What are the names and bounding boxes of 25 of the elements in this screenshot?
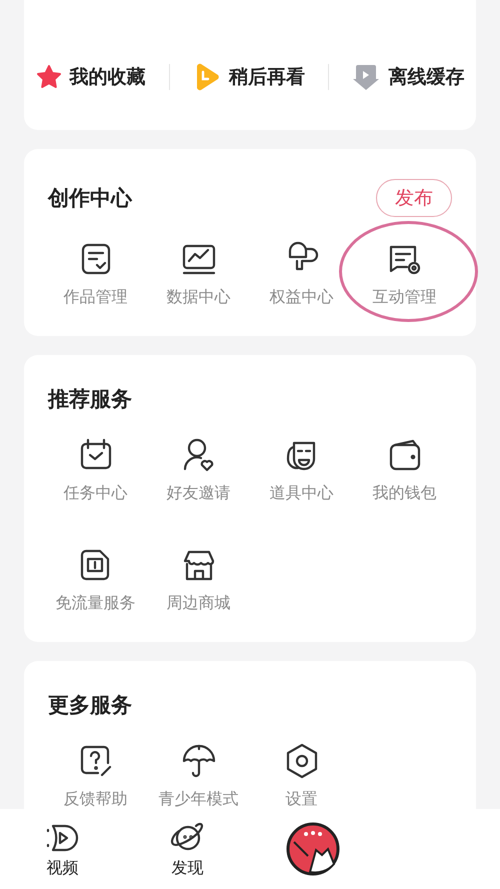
service-label[interactable]: 设置 <box>286 789 318 810</box>
service-label[interactable]: 作品管理 <box>64 287 128 308</box>
section-title: 创作中心 <box>48 185 132 212</box>
service-label[interactable]: 免流量服务 <box>56 593 136 614</box>
shortcut-link[interactable]: 离线缓存 <box>352 63 464 91</box>
tab[interactable]: 视频 <box>0 820 125 878</box>
service-label[interactable]: 周边商城 <box>166 593 230 614</box>
publish-button[interactable]: 发布 <box>376 179 452 217</box>
tab[interactable]: 发现 <box>125 820 250 878</box>
service-label[interactable]: 任务中心 <box>64 483 128 504</box>
avatar-icon[interactable] <box>286 822 340 876</box>
section-title: 推荐服务 <box>48 386 132 413</box>
star-icon <box>36 64 62 90</box>
section-title: 更多服务 <box>48 692 132 719</box>
service-label[interactable]: 我的钱包 <box>372 483 436 504</box>
service-label[interactable]: 权益中心 <box>270 287 334 308</box>
shortcut-link[interactable]: 稍后再看 <box>192 62 305 92</box>
service-label[interactable]: 反馈帮助 <box>64 789 128 810</box>
service-label[interactable]: 互动管理 <box>372 287 436 308</box>
service-label[interactable]: 数据中心 <box>166 287 230 308</box>
shortcut-link[interactable]: 我的收藏 <box>36 64 146 90</box>
service-label[interactable]: 青少年模式 <box>158 789 238 810</box>
service-label[interactable]: 道具中心 <box>270 483 334 504</box>
download-icon <box>352 63 380 91</box>
service-label[interactable]: 好友邀请 <box>166 483 230 504</box>
